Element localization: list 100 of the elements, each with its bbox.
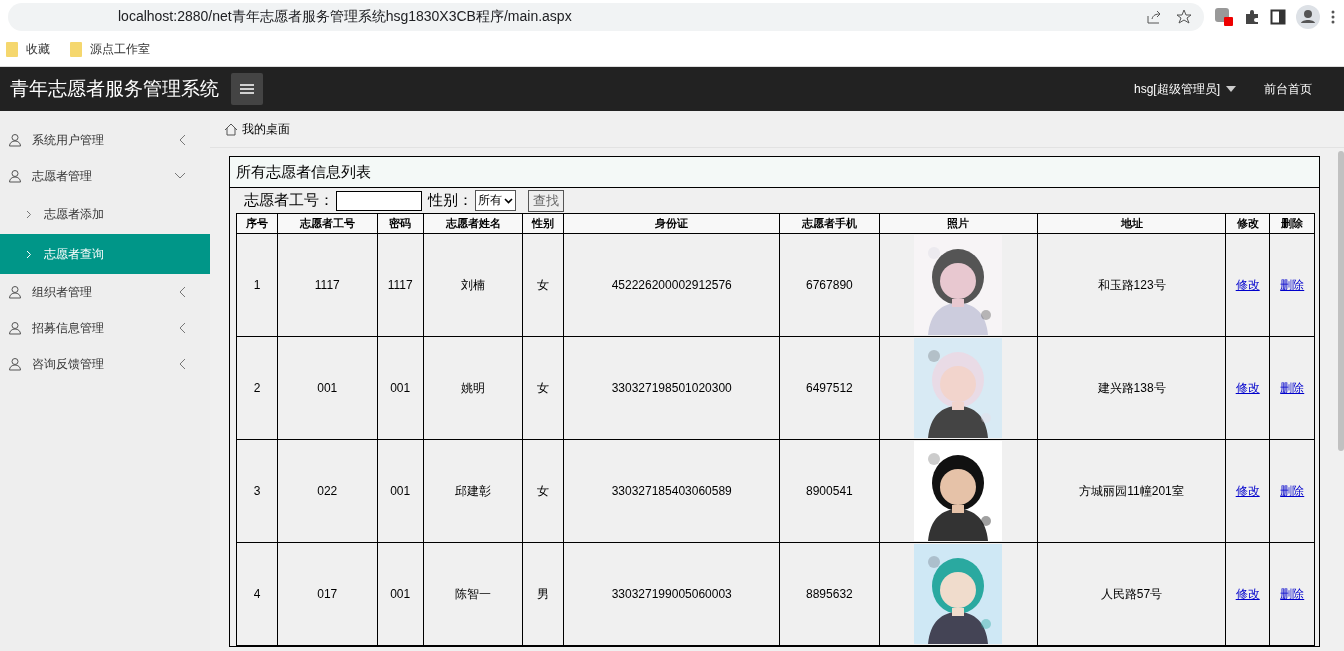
chevron-left-icon — [179, 134, 186, 146]
delete-link[interactable]: 删除 — [1280, 483, 1305, 498]
sidebar-label: 招募信息管理 — [32, 319, 105, 337]
table-cell: 4 — [236, 542, 278, 646]
table-cell: 1117 — [277, 233, 378, 337]
delete-link[interactable]: 删除 — [1280, 380, 1305, 395]
column-header: 修改 — [1225, 213, 1270, 234]
sidebar-label: 系统用户管理 — [32, 131, 105, 149]
table-cell: 邱建彰 — [423, 439, 523, 543]
sidebar-label: 志愿者管理 — [32, 167, 93, 185]
table-cell: 和玉路123号 — [1037, 233, 1226, 337]
chevron-left-icon — [179, 286, 186, 298]
column-header: 性别 — [522, 213, 564, 234]
gender-label: 性别： — [428, 191, 473, 210]
edit-link[interactable]: 修改 — [1235, 586, 1260, 601]
star-icon[interactable] — [1176, 8, 1192, 25]
menu-icon — [240, 84, 254, 94]
column-header: 序号 — [236, 213, 278, 234]
table-cell: 女 — [522, 439, 564, 543]
sidebar-item[interactable]: 招募信息管理 — [0, 310, 210, 346]
table-cell: 1117 — [377, 233, 424, 337]
delete-link[interactable]: 删除 — [1280, 586, 1305, 601]
folder-icon — [70, 42, 82, 57]
edit-link[interactable]: 修改 — [1235, 483, 1260, 498]
delete-link[interactable]: 删除 — [1280, 277, 1305, 292]
search-button[interactable]: 查找 — [528, 189, 564, 212]
chevron-right-icon — [26, 249, 32, 259]
chevron-down-icon — [504, 197, 513, 204]
folder-icon — [6, 42, 18, 57]
caret-icon — [1226, 86, 1236, 92]
user-icon — [8, 133, 22, 147]
user-icon — [8, 321, 22, 335]
user-icon — [8, 285, 22, 299]
extension-icon[interactable] — [1214, 6, 1234, 27]
table-cell: 330327198501020300 — [563, 336, 780, 440]
gender-select[interactable]: 所有 — [475, 190, 516, 211]
table-cell: 8895632 — [779, 542, 880, 646]
column-header: 照片 — [879, 213, 1038, 234]
table-cell: 方城丽园11幢201室 — [1037, 439, 1226, 543]
table-cell: 建兴路138号 — [1037, 336, 1226, 440]
sidebar-item[interactable]: 志愿者管理 — [0, 158, 210, 194]
table-cell: 1 — [236, 233, 278, 337]
sidebar-subitem[interactable]: 志愿者添加 — [0, 194, 210, 234]
chevron-left-icon — [179, 322, 186, 334]
share-icon[interactable] — [1146, 8, 1162, 25]
column-header: 志愿者姓名 — [423, 213, 523, 234]
home-icon — [224, 122, 238, 136]
table-cell: 001 — [277, 336, 378, 440]
column-header: 身份证 — [563, 213, 780, 234]
table-cell: 刘楠 — [423, 233, 523, 337]
profile-icon[interactable] — [1296, 4, 1320, 29]
sidebar-item[interactable]: 咨询反馈管理 — [0, 346, 210, 382]
table-cell: 6767890 — [779, 233, 880, 337]
chevron-right-icon — [26, 209, 32, 219]
bookmark[interactable]: 源点工作室 — [70, 41, 150, 58]
table-cell: 017 — [277, 542, 378, 646]
puzzle-icon[interactable] — [1244, 8, 1260, 25]
edit-link[interactable]: 修改 — [1235, 380, 1260, 395]
app-title: 青年志愿者服务管理系统 — [10, 76, 219, 101]
edit-link[interactable]: 修改 — [1235, 277, 1260, 292]
user-icon — [8, 357, 22, 371]
column-header: 志愿者手机 — [779, 213, 880, 234]
scrollbar[interactable] — [1338, 151, 1344, 451]
column-header: 地址 — [1037, 213, 1226, 234]
table-cell: 452226200002912576 — [563, 233, 780, 337]
breadcrumb[interactable]: 我的桌面 — [210, 111, 1344, 148]
bookmark[interactable]: 收藏 — [6, 41, 50, 58]
table-cell: 女 — [522, 233, 564, 337]
column-header: 志愿者工号 — [277, 213, 378, 234]
table-cell: 男 — [522, 542, 564, 646]
table-cell: 001 — [377, 439, 424, 543]
sidebar-item[interactable]: 系统用户管理 — [0, 122, 210, 158]
table-cell: 001 — [377, 336, 424, 440]
table-cell: 3 — [236, 439, 278, 543]
sidebar-item[interactable]: 组织者管理 — [0, 274, 210, 310]
table-cell: 人民路57号 — [1037, 542, 1226, 646]
table-cell: 陈智一 — [423, 542, 523, 646]
column-header: 密码 — [377, 213, 424, 234]
panel-title: 所有志愿者信息列表 — [230, 157, 1319, 188]
table-cell: 6497512 — [779, 336, 880, 440]
front-page-link[interactable]: 前台首页 — [1264, 80, 1312, 98]
user-menu[interactable]: hsg[超级管理员] — [1134, 80, 1236, 98]
table-cell: 姚明 — [423, 336, 523, 440]
menu-button[interactable] — [231, 73, 263, 105]
more-icon[interactable] — [1330, 8, 1336, 25]
id-label: 志愿者工号： — [244, 191, 334, 210]
user-icon — [8, 169, 22, 183]
sidebar-subitem[interactable]: 志愿者查询 — [0, 234, 210, 274]
id-input-field[interactable] — [336, 190, 422, 211]
table-cell: 330327199005060003 — [563, 542, 780, 646]
table-cell: 022 — [277, 439, 378, 543]
column-header: 删除 — [1269, 213, 1315, 234]
table-cell: 330327185403060589 — [563, 439, 780, 543]
table-cell: 女 — [522, 336, 564, 440]
table-cell: 8900541 — [779, 439, 880, 543]
sidebar-icon[interactable] — [1270, 8, 1286, 25]
table-cell: 2 — [236, 336, 278, 440]
chevron-down-icon — [174, 172, 186, 180]
sidebar-label: 组织者管理 — [32, 283, 93, 301]
chevron-left-icon — [179, 358, 186, 370]
